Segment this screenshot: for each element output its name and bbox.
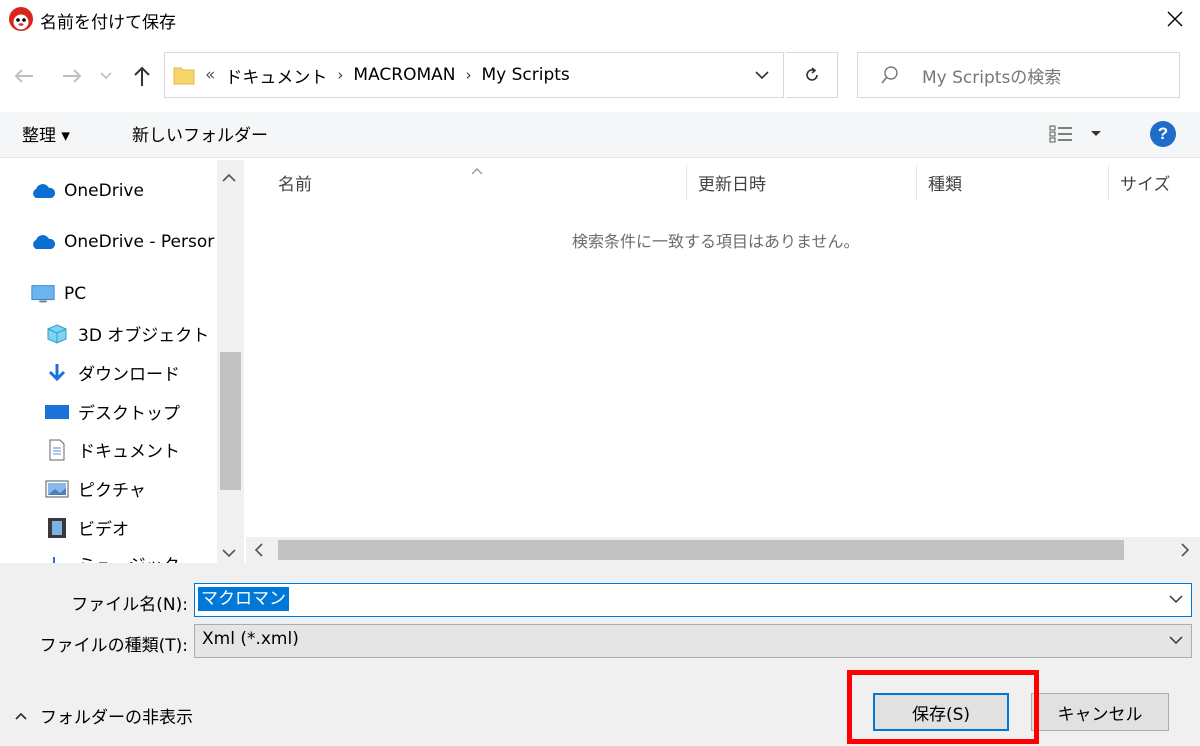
column-divider[interactable]	[686, 165, 687, 201]
breadcrumb-item[interactable]: MACROMAN	[353, 65, 455, 85]
help-button[interactable]: ?	[1150, 121, 1176, 147]
column-header-modified[interactable]: 更新日時	[698, 170, 766, 195]
sidebar-item-desktop[interactable]: デスクトップ	[44, 399, 180, 424]
search-input[interactable]: My Scriptsの検索	[922, 63, 1061, 88]
navigation-scroll-thumb[interactable]	[220, 352, 241, 490]
cube-icon	[44, 323, 70, 345]
sort-ascending-icon	[470, 160, 484, 180]
forward-arrow-icon	[63, 69, 82, 83]
computer-icon	[30, 283, 56, 305]
filetype-dropdown-button[interactable]	[1168, 632, 1188, 652]
forward-button[interactable]	[58, 62, 86, 90]
sidebar-item-pc[interactable]: PC	[30, 283, 86, 305]
up-button[interactable]	[128, 62, 156, 90]
cloud-icon	[30, 231, 56, 253]
sidebar-item-onedrive-personal[interactable]: OneDrive - Persor	[30, 231, 214, 253]
picture-icon	[44, 478, 70, 500]
sidebar-item-videos[interactable]: ビデオ	[44, 515, 129, 540]
hide-folders-toggle[interactable]: フォルダーの非表示	[14, 703, 193, 728]
column-divider[interactable]	[916, 165, 917, 201]
sidebar-item-music[interactable]: ミュージック	[44, 551, 180, 563]
column-header-name[interactable]: 名前	[278, 170, 312, 195]
video-icon	[44, 517, 70, 539]
details-view-icon	[1049, 125, 1101, 143]
file-list[interactable]	[246, 160, 1200, 537]
title-bar	[0, 0, 1200, 38]
breadcrumb-overflow[interactable]: «	[205, 65, 215, 85]
cloud-icon	[30, 180, 56, 202]
scroll-up-icon[interactable]	[221, 168, 237, 188]
highlight-box	[847, 670, 1039, 744]
close-button[interactable]	[1150, 0, 1200, 38]
column-header-size[interactable]: サイズ	[1120, 170, 1171, 195]
chevron-down-icon	[100, 72, 112, 80]
window-title: 名前を付けて保存	[40, 13, 176, 33]
organize-menu[interactable]: 整理 ▾	[22, 121, 70, 146]
search-icon	[880, 65, 900, 85]
download-arrow-icon	[44, 362, 70, 384]
desktop-icon	[44, 401, 70, 423]
filename-input-value[interactable]: マクロマン	[198, 587, 289, 611]
column-divider[interactable]	[1108, 165, 1109, 201]
up-arrow-icon	[134, 66, 150, 86]
refresh-icon	[805, 67, 818, 81]
horizontal-scroll-thumb[interactable]	[278, 540, 1124, 560]
sidebar-item-3d-objects[interactable]: 3D オブジェクト	[44, 321, 209, 346]
folder-icon	[173, 64, 195, 86]
new-folder-button[interactable]: 新しいフォルダー	[132, 121, 268, 146]
breadcrumb-separator-icon[interactable]: ›	[337, 66, 343, 84]
breadcrumb-separator-icon[interactable]: ›	[465, 66, 471, 84]
navigation-pane: OneDrive OneDrive - Persor PC 3D オブジェクト …	[0, 160, 244, 563]
chevron-up-icon	[15, 712, 27, 720]
document-icon	[44, 439, 70, 461]
chevron-down-icon	[1169, 636, 1183, 645]
breadcrumb-item[interactable]: ドキュメント	[225, 63, 327, 88]
filetype-select[interactable]	[194, 624, 1192, 658]
sidebar-item-downloads[interactable]: ダウンロード	[44, 360, 180, 385]
back-button[interactable]	[10, 62, 38, 90]
filename-label: ファイル名(N):	[71, 595, 188, 615]
app-logo-icon	[8, 6, 34, 32]
filetype-label: ファイルの種類(T):	[39, 636, 188, 656]
address-dropdown-button[interactable]	[755, 70, 769, 80]
close-icon	[1167, 11, 1183, 27]
chevron-down-icon	[1169, 595, 1183, 604]
search-box[interactable]: My Scriptsの検索	[857, 52, 1180, 98]
cancel-button[interactable]: キャンセル	[1031, 693, 1169, 731]
filename-field[interactable]	[194, 583, 1192, 617]
music-icon	[44, 553, 70, 563]
scroll-down-icon[interactable]	[221, 543, 237, 563]
address-bar[interactable]: « ドキュメント › MACROMAN › My Scripts	[164, 52, 784, 98]
sidebar-item-documents[interactable]: ドキュメント	[44, 437, 180, 462]
filetype-value: Xml (*.xml)	[202, 629, 299, 649]
empty-list-message: 検索条件に一致する項目はありません。	[572, 232, 860, 251]
scroll-left-icon[interactable]	[254, 542, 264, 563]
scroll-right-icon[interactable]	[1180, 542, 1190, 563]
breadcrumb-item[interactable]: My Scripts	[481, 65, 569, 85]
back-arrow-icon	[14, 69, 33, 83]
filename-dropdown-button[interactable]	[1168, 591, 1188, 611]
column-header-type[interactable]: 種類	[928, 170, 962, 195]
view-options-button[interactable]	[1048, 122, 1108, 151]
recent-locations-button[interactable]	[96, 62, 116, 90]
sidebar-item-onedrive[interactable]: OneDrive	[30, 180, 144, 202]
refresh-button[interactable]	[786, 52, 838, 98]
sidebar-item-pictures[interactable]: ピクチャ	[44, 476, 146, 501]
chevron-down-icon	[755, 70, 769, 79]
